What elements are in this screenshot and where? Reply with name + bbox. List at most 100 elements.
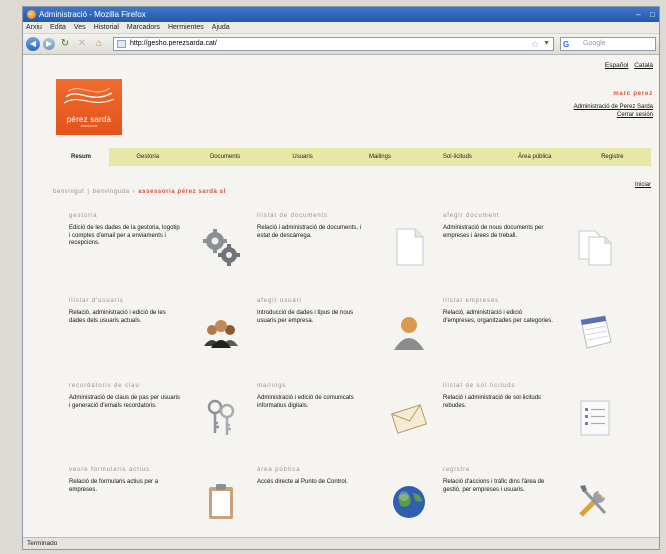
reload-icon[interactable]: ↻ (58, 37, 72, 51)
maximize-button[interactable]: □ (646, 9, 659, 20)
card-description: Relació d'accions i tràfic dins l'àrea d… (443, 479, 545, 493)
logo-waves-icon (63, 87, 115, 104)
browser-window: Administració - Mozilla Firefox – □ Arxi… (22, 6, 660, 550)
card-llistat-empreses[interactable]: llistat empreses Relació, administració … (443, 298, 615, 376)
stop-icon[interactable]: ✕ (75, 37, 89, 51)
card-title: veure formularis actius (69, 467, 151, 473)
url-bar[interactable]: http://gesho.perezsarda.cat/ ☆ ▼ (113, 37, 554, 51)
card-description: Relació de formularis actius per a empre… (69, 479, 159, 493)
tab-resum[interactable]: Resum (53, 148, 109, 166)
home-icon[interactable]: ⌂ (92, 37, 106, 51)
card-afegir-usuari[interactable]: afegir usuari Introducció de dades i tip… (257, 298, 429, 376)
clipboard-icon (209, 484, 233, 519)
menu-arxiu[interactable]: Arxiu (26, 22, 42, 33)
user-name: marc perez (613, 91, 653, 97)
card-description: Administració de claus de pas per usuari… (69, 395, 181, 409)
tab-sollicituds[interactable]: Sol·licituds (419, 154, 496, 160)
logo-subtitle: assessoria (80, 124, 98, 128)
card-title: recordatoris de clau (69, 383, 140, 389)
card-formularis-actius[interactable]: veure formularis actius Relació de formu… (69, 467, 241, 537)
card-description: Relació i administració de documents, i … (257, 225, 362, 239)
minimize-button[interactable]: – (632, 9, 645, 20)
google-icon: G (563, 40, 570, 49)
breadcrumb-item: benvingut (53, 189, 85, 195)
breadcrumb-current: assessoria pérez sardà sl (138, 189, 226, 195)
window-title: Administració - Mozilla Firefox (39, 10, 146, 19)
tab-usuaris[interactable]: Usuaris (264, 154, 341, 160)
tab-mailings[interactable]: Mailings (341, 154, 418, 160)
card-llistat-documents[interactable]: llistat de documents Relació i administr… (257, 213, 429, 291)
logo-name: pérez sardà (66, 115, 112, 124)
card-title: àrea pública (257, 467, 301, 473)
menu-historial[interactable]: Historial (94, 22, 119, 33)
forward-button[interactable]: ▶ (43, 38, 55, 50)
card-description: Relació, administració i edició de les d… (69, 310, 166, 324)
card-description: Accés directe al Punto de Control. (257, 479, 348, 485)
card-recordatoris-clau[interactable]: recordatoris de clau Administració de cl… (69, 383, 241, 461)
card-description: Edició de les dades de la gestoria, logo… (69, 225, 180, 246)
card-description: Administració i edició de comunicats inf… (257, 395, 354, 409)
page-icon (117, 40, 126, 48)
card-title: mailings (257, 383, 287, 389)
card-mailings[interactable]: mailings Administració i edició de comun… (257, 383, 429, 461)
card-llistar-usuaris[interactable]: llistar d'usuaris Relació, administració… (69, 298, 241, 376)
menu-bar: Arxiu Edita Ves Historial Marcadors Herm… (23, 22, 659, 34)
gears-icon (203, 229, 240, 266)
card-title: llistat de documents (257, 213, 329, 219)
chevron-down-icon[interactable]: ▼ (543, 38, 550, 50)
documents-icon (578, 230, 612, 266)
card-description: Relació i administració de sol·licituds … (443, 395, 542, 409)
search-placeholder: Google (583, 40, 606, 47)
page-content: pérez sardà assessoria Español Català ma… (23, 56, 659, 537)
menu-marcadors[interactable]: Marcadors (127, 22, 160, 33)
logout-link[interactable]: Cerrar sesión (617, 112, 653, 118)
notepad-icon (580, 315, 612, 349)
breadcrumb: benvingut | benvinguda › assessoria pérez sa… (53, 189, 226, 195)
document-icon (396, 228, 424, 266)
card-title: llistat de sol·licituds (443, 383, 516, 389)
user-icon (394, 317, 424, 350)
card-area-publica[interactable]: àrea pública Accés directe al Punto de C… (257, 467, 429, 537)
menu-ajuda[interactable]: Ajuda (212, 22, 230, 33)
search-input[interactable]: G Google (560, 37, 656, 51)
status-bar: Terminado (23, 537, 659, 549)
bookmark-star-icon[interactable]: ☆ (531, 38, 539, 50)
navigation-toolbar: ◀ ▶ ↻ ✕ ⌂ http://gesho.perezsarda.cat/ ☆… (23, 34, 659, 55)
lang-es-link[interactable]: Español (605, 62, 629, 69)
tab-registre[interactable]: Registre (574, 154, 651, 160)
menu-edita[interactable]: Edita (50, 22, 66, 33)
list-icon (580, 400, 610, 436)
menu-ves[interactable]: Ves (74, 22, 86, 33)
breadcrumb-item: benvinguda (92, 189, 130, 195)
card-title: llistar d'usuaris (69, 298, 124, 304)
card-gestoria[interactable]: gestoria Edició de les dades de la gesto… (69, 213, 241, 291)
perez-sarda-logo[interactable]: pérez sardà assessoria (56, 79, 122, 135)
card-llistat-sollicituds[interactable]: llistat de sol·licituds Relació i admini… (443, 383, 615, 461)
admin-link[interactable]: Administració de Perez Sarda (574, 104, 653, 110)
envelope-icon (391, 404, 427, 434)
card-description: Administració de nous documents per empr… (443, 225, 544, 239)
iniciar-link[interactable]: Iniciar (635, 182, 651, 188)
language-switcher: Español Català (601, 62, 653, 69)
card-afegir-document[interactable]: afegir document Administració de nous do… (443, 213, 615, 291)
tab-area-publica[interactable]: Àrea pública (496, 154, 573, 160)
card-title: afegir usuari (257, 298, 302, 304)
card-title: gestoria (69, 213, 98, 219)
globe-icon (393, 486, 425, 518)
tools-icon (579, 485, 607, 517)
menu-eines[interactable]: Hermientes (168, 22, 204, 33)
card-title: registre (443, 467, 471, 473)
lang-ca-link[interactable]: Català (634, 62, 653, 69)
card-description: Relació, administració i edició d'empres… (443, 310, 553, 324)
tab-documents[interactable]: Documents (186, 154, 263, 160)
main-tabs: Resum Gestoria Documents Usuaris Mailing… (53, 148, 651, 166)
card-title: afegir document (443, 213, 500, 219)
card-registre[interactable]: registre Relació d'accions i tràfic dins… (443, 467, 615, 537)
card-description: Introducció de dades i tipus de nous usu… (257, 310, 354, 324)
title-bar: Administració - Mozilla Firefox – □ (23, 7, 659, 22)
card-title: llistat empreses (443, 298, 500, 304)
tab-gestoria[interactable]: Gestoria (109, 154, 186, 160)
url-text: http://gesho.perezsarda.cat/ (130, 40, 217, 47)
keys-icon (207, 399, 235, 435)
back-button[interactable]: ◀ (26, 37, 40, 51)
